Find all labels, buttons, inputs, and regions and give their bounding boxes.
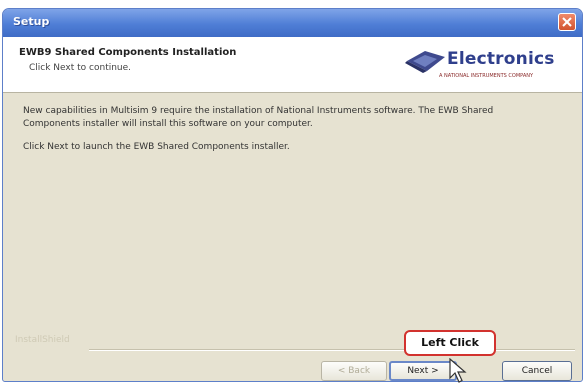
page-title: EWB9 Shared Components Installation <box>19 47 237 58</box>
body-text: New capabilities in Multisim 9 require t… <box>23 105 543 164</box>
workbench-logo-icon <box>405 51 445 73</box>
installshield-label: InstallShield <box>15 335 70 345</box>
body-paragraph-2: Click Next to launch the EWB Shared Comp… <box>23 142 290 152</box>
mouse-cursor-icon <box>449 358 467 383</box>
close-icon <box>562 17 572 27</box>
back-button[interactable]: < Back <box>321 361 387 381</box>
left-click-callout: Left Click <box>404 330 496 356</box>
body-paragraph-1: New capabilities in Multisim 9 require t… <box>23 106 494 129</box>
footer-divider <box>89 349 575 351</box>
title-bar[interactable]: Setup <box>3 9 582 37</box>
setup-dialog: Setup EWB9 Shared Components Installatio… <box>2 8 583 382</box>
next-button[interactable]: Next > <box>389 361 457 381</box>
page-subtitle: Click Next to continue. <box>29 63 132 73</box>
cancel-button[interactable]: Cancel <box>502 361 572 381</box>
close-button[interactable] <box>558 13 576 31</box>
logo-word: Electronics <box>447 49 555 69</box>
window-title: Setup <box>13 15 50 28</box>
logo-tagline: A NATIONAL INSTRUMENTS COMPANY <box>439 73 534 79</box>
header-panel: EWB9 Shared Components Installation Clic… <box>3 37 582 93</box>
electronics-logo: Electronics A NATIONAL INSTRUMENTS COMPA… <box>401 43 571 87</box>
